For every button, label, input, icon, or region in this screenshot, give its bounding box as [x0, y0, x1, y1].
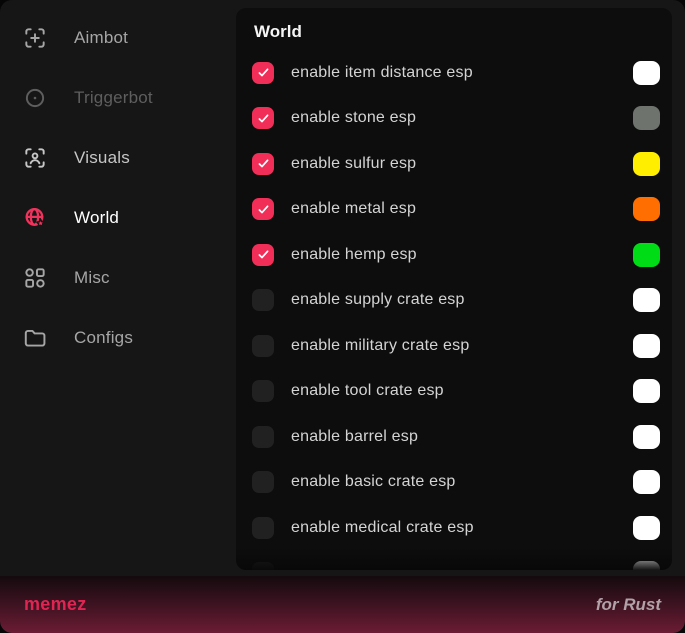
- sidebar-item-label: Configs: [74, 328, 133, 348]
- panel-title: World: [254, 22, 660, 46]
- esp-option-label: enable supply crate esp: [291, 291, 465, 309]
- esp-option-label: enable medical crate esp: [291, 519, 474, 537]
- esp-color-swatch[interactable]: [633, 288, 660, 312]
- sidebar-item-label: Triggerbot: [74, 88, 153, 108]
- esp-option-row: enable military crate esp: [252, 323, 660, 369]
- esp-color-swatch[interactable]: [633, 197, 660, 221]
- esp-option-row: enable hemp esp: [252, 232, 660, 278]
- esp-checkbox[interactable]: [252, 471, 274, 493]
- esp-checkbox[interactable]: [252, 107, 274, 129]
- esp-option-label: enable sulfur esp: [291, 155, 416, 173]
- visuals-scan-person-icon: [22, 145, 48, 171]
- esp-color-swatch[interactable]: [633, 106, 660, 130]
- esp-option-row: enable supply crate esp: [252, 278, 660, 324]
- esp-checkbox[interactable]: [252, 198, 274, 220]
- esp-color-swatch[interactable]: [633, 516, 660, 540]
- esp-option-row: enable item distance esp: [252, 50, 660, 96]
- esp-option-label: enable tool crate esp: [291, 382, 444, 400]
- esp-color-swatch[interactable]: [633, 470, 660, 494]
- brand-tagline: for Rust: [596, 595, 661, 615]
- esp-color-swatch[interactable]: [633, 334, 660, 358]
- esp-option-row: enable stone esp: [252, 96, 660, 142]
- sidebar-item-label: Aimbot: [74, 28, 128, 48]
- esp-color-swatch[interactable]: [633, 61, 660, 85]
- esp-option-label: enable military crate esp: [291, 337, 469, 355]
- checkmark-icon: [256, 156, 271, 171]
- sidebar-item-world[interactable]: World: [0, 188, 236, 248]
- esp-option-label: enable stone esp: [291, 109, 416, 127]
- esp-checkbox[interactable]: [252, 562, 274, 570]
- world-globe-icon: [22, 205, 48, 231]
- esp-color-swatch[interactable]: [633, 425, 660, 449]
- esp-color-swatch[interactable]: [633, 561, 660, 570]
- esp-color-swatch[interactable]: [633, 379, 660, 403]
- aimbot-crosshair-icon: [22, 25, 48, 51]
- esp-color-swatch[interactable]: [633, 152, 660, 176]
- sidebar-item-label: World: [74, 208, 119, 228]
- esp-option-label: enable item distance esp: [291, 64, 473, 82]
- footer-bar: memez for Rust: [0, 576, 685, 633]
- triggerbot-target-icon: [22, 85, 48, 111]
- esp-checkbox[interactable]: [252, 62, 274, 84]
- sidebar-nav: Aimbot Triggerbot Visuals: [0, 8, 236, 368]
- esp-checkbox[interactable]: [252, 244, 274, 266]
- misc-categories-icon: [22, 265, 48, 291]
- cheat-menu-window: Aimbot Triggerbot Visuals: [0, 0, 685, 633]
- brand-name: memez: [24, 594, 87, 615]
- sidebar-item-label: Misc: [74, 268, 110, 288]
- esp-checkbox[interactable]: [252, 153, 274, 175]
- esp-option-label: enable barrel esp: [291, 428, 418, 446]
- checkmark-icon: [256, 202, 271, 217]
- sidebar-item-aimbot[interactable]: Aimbot: [0, 8, 236, 68]
- sidebar-item-misc[interactable]: Misc: [0, 248, 236, 308]
- sidebar-item-label: Visuals: [74, 148, 130, 168]
- checkmark-icon: [256, 247, 271, 262]
- esp-checkbox[interactable]: [252, 426, 274, 448]
- esp-options-list: enable item distance esp enable stone es…: [252, 50, 660, 570]
- esp-option-label: enable basic crate esp: [291, 473, 456, 491]
- esp-option-row: enable metal esp: [252, 187, 660, 233]
- checkmark-icon: [256, 65, 271, 80]
- esp-option-row: enable barrel esp: [252, 414, 660, 460]
- sidebar-item-triggerbot[interactable]: Triggerbot: [0, 68, 236, 128]
- esp-checkbox[interactable]: [252, 517, 274, 539]
- esp-color-swatch[interactable]: [633, 243, 660, 267]
- esp-checkbox[interactable]: [252, 289, 274, 311]
- esp-option-row: enable sulfur esp: [252, 141, 660, 187]
- esp-option-row: enable tool crate esp: [252, 369, 660, 415]
- esp-option-row: enable basic crate esp: [252, 460, 660, 506]
- esp-checkbox[interactable]: [252, 335, 274, 357]
- esp-option-label: enable hemp esp: [291, 246, 417, 264]
- esp-option-row: enable medical crate esp: [252, 505, 660, 551]
- esp-checkbox[interactable]: [252, 380, 274, 402]
- checkmark-icon: [256, 111, 271, 126]
- world-settings-panel: World enable item distance esp enable st…: [236, 8, 672, 570]
- esp-option-row: [252, 551, 660, 571]
- configs-folder-icon: [22, 325, 48, 351]
- esp-option-label: enable metal esp: [291, 200, 416, 218]
- sidebar-item-configs[interactable]: Configs: [0, 308, 236, 368]
- sidebar-item-visuals[interactable]: Visuals: [0, 128, 236, 188]
